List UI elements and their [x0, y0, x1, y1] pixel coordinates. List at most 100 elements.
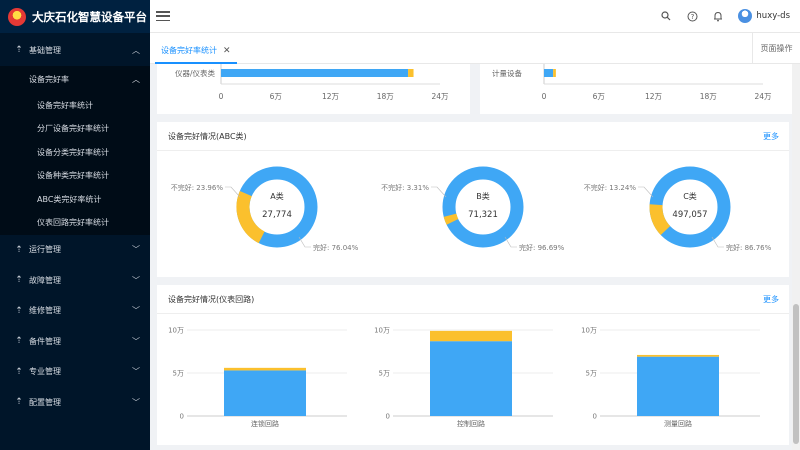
page-operations-button[interactable]: 页面操作: [752, 33, 800, 64]
svg-text:?: ?: [691, 13, 695, 21]
abc-card: 设备完好情况(ABC类) 更多 A类 27,774 不完好: 23.96% 完好: 7…: [157, 122, 789, 277]
tab-rate-statistics[interactable]: 设备完好率统计 ✕: [155, 39, 237, 64]
bar-bad: [408, 69, 414, 77]
label-leader: [225, 186, 241, 198]
header-actions: ? huxy-ds: [660, 9, 800, 23]
upload-icon: ⇡: [15, 45, 23, 56]
chevron-down-icon: ﹀: [132, 397, 140, 407]
y-tick-label: 10万: [374, 327, 390, 335]
bell-icon[interactable]: [712, 10, 724, 22]
label-leader: [431, 186, 447, 198]
upload-icon: ⇡: [15, 397, 23, 408]
y-tick-label: 5万: [586, 370, 597, 378]
bar-bad: [224, 367, 306, 371]
sidebar-leaf[interactable]: 设备完好率统计: [0, 94, 150, 118]
search-icon[interactable]: [660, 10, 672, 22]
chevron-up-icon: ︿: [132, 75, 140, 84]
sidebar-leaf[interactable]: ABC类完好率统计: [0, 188, 150, 212]
sidebar-item-fault[interactable]: ⇡ 故障管理 ﹀: [0, 265, 150, 296]
submenu: 设备完好率 ︿ 设备完好率统计 分厂设备完好率统计 设备分类完好率统计 设备种类…: [0, 65, 150, 235]
sidebar-item-config[interactable]: ⇡ 配置管理 ﹀: [0, 387, 150, 418]
donut-name: A类: [270, 191, 283, 201]
sidebar-item-professional[interactable]: ⇡ 专业管理 ﹀: [0, 357, 150, 388]
chevron-up-icon: ︿: [132, 45, 140, 55]
donut-good-arc: [442, 166, 524, 248]
tick-label: 6万: [593, 92, 606, 101]
scrollbar[interactable]: [792, 64, 800, 450]
sidebar-menu: ⇡ 基础管理 ︿ 设备完好率 ︿ 设备完好率统计 分厂设备完好率统计 设备分类完…: [0, 33, 150, 418]
bar-bad: [430, 330, 512, 342]
help-icon[interactable]: ?: [686, 10, 698, 22]
chevron-down-icon: ﹀: [132, 336, 140, 346]
upload-icon: ⇡: [15, 275, 23, 286]
sidebar-item-basic[interactable]: ⇡ 基础管理 ︿: [0, 35, 150, 66]
horizontal-bar-chart: 仪器/仪表类 0 6万 12万 18万 24万: [175, 64, 449, 101]
category-label: 计量设备: [492, 68, 522, 78]
sidebar-item-label: 基础管理: [29, 45, 61, 55]
menu-collapse-icon[interactable]: [156, 9, 170, 23]
label-leader: [638, 186, 654, 198]
donut-total: 27,774: [262, 210, 292, 220]
horizontal-bar-chart: 计量设备 0 6万 12万 18万 24万: [492, 64, 772, 101]
bar-good: [430, 341, 512, 416]
bar-bad: [637, 354, 719, 357]
x-category-label: 连锁回路: [251, 419, 279, 428]
sidebar-item-label: 维修管理: [29, 306, 61, 316]
chevron-down-icon: ﹀: [132, 275, 140, 285]
tick-label: 24万: [754, 92, 772, 101]
tick-label: 24万: [431, 92, 449, 101]
tick-label: 0: [219, 92, 224, 101]
tick-label: 12万: [645, 92, 663, 101]
donut-charts: A类 27,774 不完好: 23.96% 完好: 76.04% B类 71,321 不完好…: [171, 166, 772, 252]
user-menu[interactable]: huxy-ds: [738, 9, 790, 23]
bad-label: 不完好: 13.24%: [584, 183, 637, 192]
sidebar: 大庆石化智慧设备平台 ⇡ 基础管理 ︿ 设备完好率 ︿ 设备完好率统计 分厂设备…: [0, 0, 150, 450]
donut-total: 497,057: [672, 210, 707, 220]
sidebar-leaf[interactable]: 分厂设备完好率统计: [0, 117, 150, 141]
sidebar-item-operation[interactable]: ⇡ 运行管理 ﹀: [0, 235, 150, 266]
main-content: 仪器/仪表类 0 6万 12万 18万 24万 计量设备 0 6万 12万 18万 24万 设备完好…: [150, 64, 800, 450]
sidebar-item-repair[interactable]: ⇡ 维修管理 ﹀: [0, 296, 150, 327]
category-label: 仪器/仪表类: [175, 68, 216, 78]
scrollbar-thumb[interactable]: [793, 304, 799, 444]
y-tick-label: 5万: [173, 370, 184, 378]
good-label: 完好: 96.69%: [519, 243, 565, 252]
loop-card: 设备完好情况(仪表回路) 更多 10万 5万 0 连锁回路 10万 5万 0 控制回路 10万 5…: [157, 285, 789, 445]
sidebar-leaf[interactable]: 设备种类完好率统计: [0, 164, 150, 188]
top-right-chart-card: 计量设备 0 6万 12万 18万 24万: [480, 64, 793, 114]
bad-label: 不完好: 3.31%: [381, 183, 429, 192]
upload-icon: ⇡: [15, 336, 23, 347]
y-tick-label: 0: [386, 413, 390, 421]
sidebar-item-label: 配置管理: [29, 397, 61, 407]
donut-total: 71,321: [468, 210, 498, 220]
sidebar-leaf[interactable]: 设备分类完好率统计: [0, 141, 150, 165]
sidebar-item-label: 运行管理: [29, 245, 61, 255]
company-logo: [8, 7, 26, 26]
tick-label: 0: [542, 92, 547, 101]
sidebar-item-spare[interactable]: ⇡ 备件管理 ﹀: [0, 326, 150, 357]
bar-good: [221, 69, 409, 77]
sidebar-subitem-rate[interactable]: 设备完好率 ︿: [0, 66, 150, 94]
sidebar-item-label: 备件管理: [29, 336, 61, 346]
y-tick-label: 0: [593, 413, 597, 421]
page-operations-label: 页面操作: [760, 44, 793, 53]
x-category-label: 控制回路: [457, 419, 485, 428]
bar-good: [544, 69, 554, 77]
donut-name: B类: [476, 191, 490, 201]
good-label: 完好: 76.04%: [313, 243, 359, 252]
chevron-down-icon: ﹀: [132, 367, 140, 377]
top-header: ? huxy-ds: [150, 0, 800, 33]
upload-icon: ⇡: [15, 366, 23, 377]
sidebar-leaf[interactable]: 仪表回路完好率统计: [0, 211, 150, 235]
tick-label: 18万: [700, 92, 718, 101]
tick-label: 6万: [270, 92, 283, 101]
chevron-down-icon: ﹀: [132, 306, 140, 316]
username: huxy-ds: [756, 11, 790, 21]
sidebar-item-label: 专业管理: [29, 367, 61, 377]
y-tick-label: 5万: [379, 370, 390, 378]
bar-good: [224, 370, 306, 416]
tab-label: 设备完好率统计: [161, 46, 217, 55]
bad-label: 不完好: 23.96%: [171, 183, 224, 192]
upload-icon: ⇡: [15, 244, 23, 255]
close-icon[interactable]: ✕: [223, 46, 231, 56]
